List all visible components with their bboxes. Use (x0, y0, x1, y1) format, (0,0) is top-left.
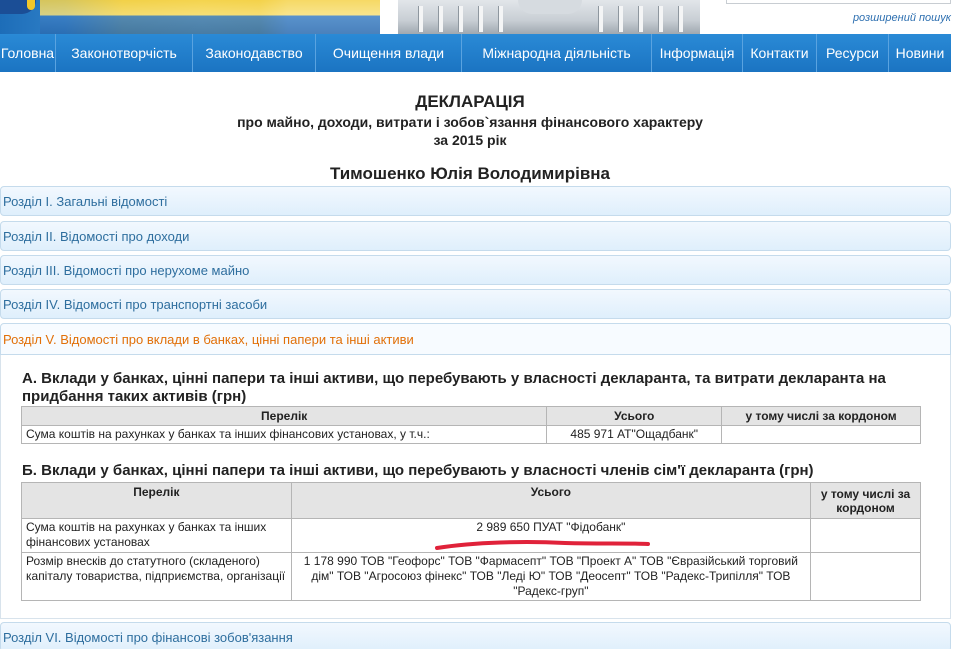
highlight-underline-annotation (435, 540, 650, 550)
column-header: у тому числі за кордоном (810, 482, 921, 519)
section-label: Розділ V. Відомості про вклади в банках,… (3, 331, 414, 347)
part-a-table: Перелік Усього у тому числі за кордоном … (20, 406, 921, 444)
nav-item-contacts[interactable]: Контакти (743, 34, 817, 72)
parliament-column (418, 6, 423, 32)
section-label: Розділ IV. Відомості про транспортні зас… (3, 296, 268, 312)
section-label: Розділ II. Відомості про доходи (3, 228, 190, 244)
row-abroad (810, 518, 921, 553)
row-item: Сума коштів на рахунках у банках та інши… (21, 518, 292, 553)
section-header-2[interactable]: Розділ II. Відомості про доходи (0, 221, 951, 251)
column-header: Перелік (20, 406, 548, 426)
nav-item-international[interactable]: Міжнародна діяльність (462, 34, 652, 72)
declaration-title-block: ДЕКЛАРАЦІЯ про майно, доходи, витрати і … (0, 92, 940, 148)
parliament-column (498, 6, 503, 32)
parliament-column (598, 6, 603, 32)
parliament-column (458, 6, 463, 32)
table-header-row: Перелік Усього у тому числі за кордоном (21, 482, 921, 519)
nav-item-information[interactable]: Інформація (652, 34, 743, 72)
parliament-column (438, 6, 443, 32)
section-header-4[interactable]: Розділ IV. Відомості про транспортні зас… (0, 289, 951, 319)
section-header-6[interactable]: Розділ VI. Відомості про фінансові зобов… (0, 622, 951, 649)
parliament-column (678, 6, 683, 32)
section-header-1[interactable]: Розділ I. Загальні відомості (0, 186, 951, 216)
parliament-column (638, 6, 643, 32)
parliament-column (618, 6, 623, 32)
search-input[interactable] (726, 0, 951, 4)
parliament-column (658, 6, 663, 32)
nav-item-resources[interactable]: Ресурси (817, 34, 889, 72)
column-header: Усього (290, 482, 812, 519)
declarant-name: Тимошенко Юлія Володимирівна (329, 164, 610, 183)
section-header-5-active[interactable]: Розділ V. Відомості про вклади в банках,… (0, 323, 951, 355)
row-item: Сума коштів на рахунках у банках та інши… (20, 425, 548, 444)
flag-wave-decoration (40, 0, 380, 34)
table-row: Сума коштів на рахунках у банках та інши… (20, 425, 921, 444)
part-a-title: А. Вклади у банках, цінні папери та інші… (22, 370, 886, 405)
section-label: Розділ III. Відомості про нерухоме майно (3, 262, 250, 278)
row-total: 1 178 990 ТОВ "Геофорс" ТОВ "Фармасепт" … (290, 552, 812, 601)
section-label: Розділ I. Загальні відомості (3, 193, 168, 209)
parliament-column (478, 6, 483, 32)
page-title: ДЕКЛАРАЦІЯ (415, 92, 525, 111)
column-header: Перелік (21, 482, 292, 519)
section-label: Розділ VI. Відомості про фінансові зобов… (3, 629, 293, 645)
nav-item-lustration[interactable]: Очищення влади (316, 34, 462, 72)
nav-item-legislation[interactable]: Законодавство (193, 34, 316, 72)
table-header-row: Перелік Усього у тому числі за кордоном (20, 406, 921, 426)
parliament-dome (518, 0, 582, 14)
parliament-building-image (398, 0, 700, 34)
column-header: Усього (546, 406, 723, 426)
row-abroad (810, 552, 921, 601)
advanced-search-link[interactable]: розширений пошук (853, 12, 951, 24)
trident-icon (27, 0, 35, 10)
column-header: у тому числі за кордоном (721, 406, 921, 426)
table-row: Розмір внесків до статутного (складеного… (21, 552, 921, 601)
declaration-year: за 2015 рік (433, 132, 507, 148)
part-b-title: Б. Вклади у банках, цінні папери та інші… (22, 462, 814, 479)
nav-item-lawmaking[interactable]: Законотворчість (56, 34, 193, 72)
main-nav: Головна Законотворчість Законодавство Оч… (0, 34, 951, 72)
page-subtitle: про майно, доходи, витрати і зобов`язанн… (237, 114, 703, 130)
nav-item-home[interactable]: Головна (0, 34, 56, 72)
header-banner: розширений пошук (0, 0, 961, 34)
section-header-3[interactable]: Розділ III. Відомості про нерухоме майно (0, 255, 951, 285)
row-total: 485 971 АТ"Ощадбанк" (546, 425, 723, 444)
nav-item-news[interactable]: Новини (889, 34, 951, 72)
row-item: Розмір внесків до статутного (складеного… (21, 552, 292, 601)
row-abroad (721, 425, 921, 444)
